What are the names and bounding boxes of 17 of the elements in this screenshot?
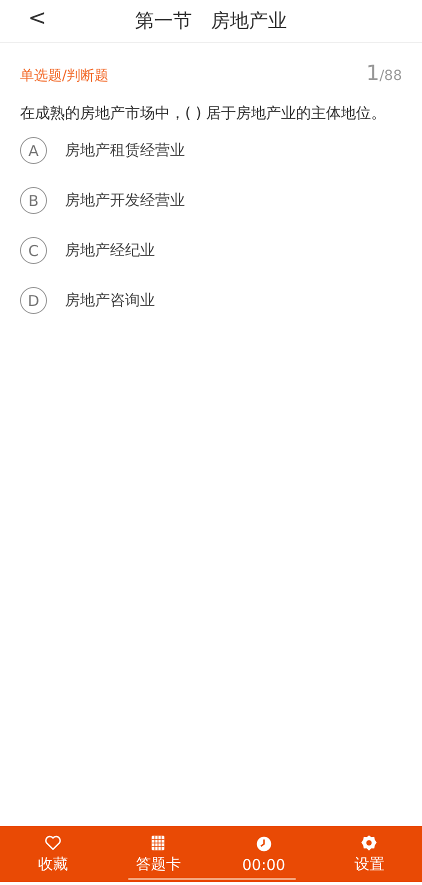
- question-text: 在成熟的房地产市场中，( ) 居于房地产业的主体地位。: [20, 103, 388, 123]
- toolbar-button[interactable]: 00:00: [211, 826, 316, 882]
- question-type: 单选题/判断题: [20, 67, 109, 85]
- question-total: /88: [379, 68, 402, 84]
- clock-icon: [254, 834, 273, 852]
- back-button[interactable]: <: [24, 2, 50, 35]
- toolbar-button[interactable]: 收藏: [0, 826, 106, 882]
- answer-option[interactable]: B 房地产开发经营业: [20, 187, 185, 214]
- answer-option[interactable]: A 房地产租赁经营业: [20, 137, 185, 164]
- grid-icon: [149, 834, 168, 852]
- heart-icon: [44, 834, 62, 852]
- settings-icon: [360, 834, 378, 852]
- answer-option[interactable]: D 房地产咨询业: [20, 287, 155, 314]
- toolbar-button[interactable]: 设置: [316, 826, 422, 882]
- question-number: 1: [366, 61, 380, 85]
- page-title: 第一节 房地产业: [135, 9, 287, 34]
- answer-option[interactable]: C 房地产经纪业: [20, 237, 155, 264]
